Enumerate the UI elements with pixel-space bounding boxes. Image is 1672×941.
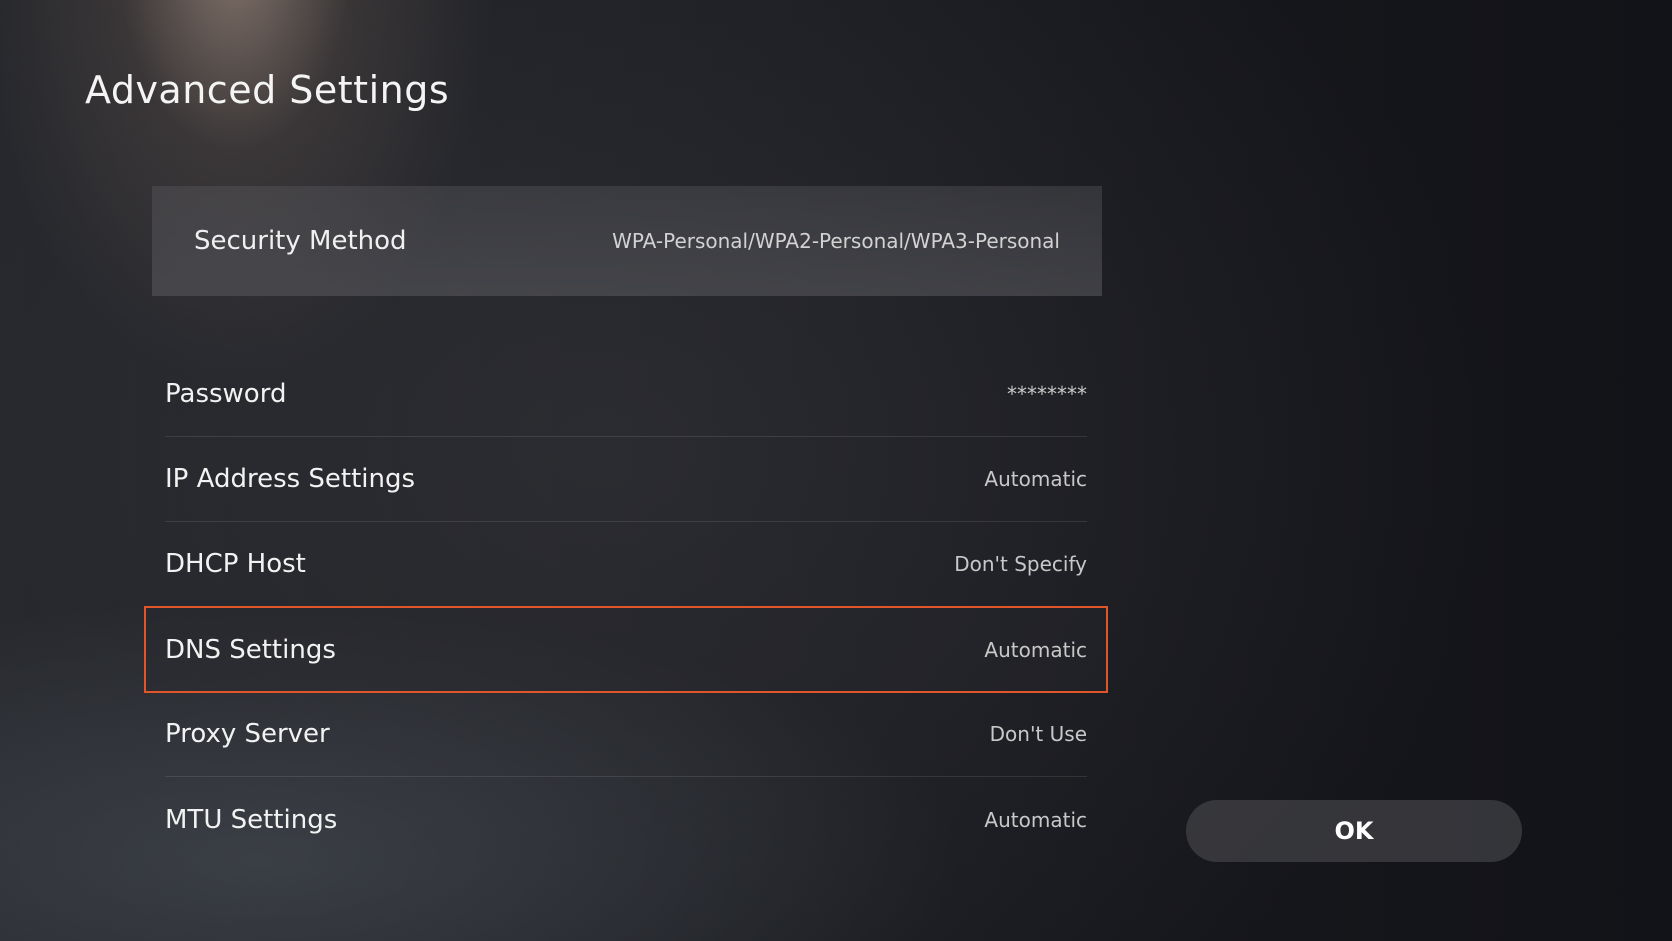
setting-value: Automatic <box>984 467 1087 491</box>
setting-row-password[interactable]: Password ******** <box>165 352 1087 437</box>
setting-value: ******** <box>1007 382 1087 406</box>
ok-button[interactable]: OK <box>1186 800 1522 862</box>
setting-label: DHCP Host <box>165 549 306 579</box>
setting-row-mtu[interactable]: MTU Settings Automatic <box>165 777 1087 862</box>
setting-label: IP Address Settings <box>165 464 416 494</box>
setting-label: DNS Settings <box>165 634 336 665</box>
setting-label: Proxy Server <box>165 719 330 749</box>
setting-value: Don't Use <box>989 722 1087 746</box>
page-title: Advanced Settings <box>85 68 450 112</box>
setting-row-dns[interactable]: DNS Settings Automatic <box>144 606 1108 693</box>
security-method-label: Security Method <box>194 226 407 256</box>
setting-label: Password <box>165 379 287 409</box>
setting-value: Automatic <box>984 807 1087 832</box>
settings-list: Password ******** IP Address Settings Au… <box>144 352 1108 862</box>
security-method-value: WPA-Personal/WPA2-Personal/WPA3-Personal <box>612 229 1060 253</box>
security-method-row: Security Method WPA-Personal/WPA2-Person… <box>152 186 1102 296</box>
setting-row-ip-address[interactable]: IP Address Settings Automatic <box>165 437 1087 522</box>
setting-row-proxy-server[interactable]: Proxy Server Don't Use <box>165 692 1087 777</box>
setting-row-dhcp-host[interactable]: DHCP Host Don't Specify <box>165 522 1087 607</box>
setting-label: MTU Settings <box>165 804 338 835</box>
setting-value: Automatic <box>984 637 1087 662</box>
setting-value: Don't Specify <box>954 552 1087 576</box>
